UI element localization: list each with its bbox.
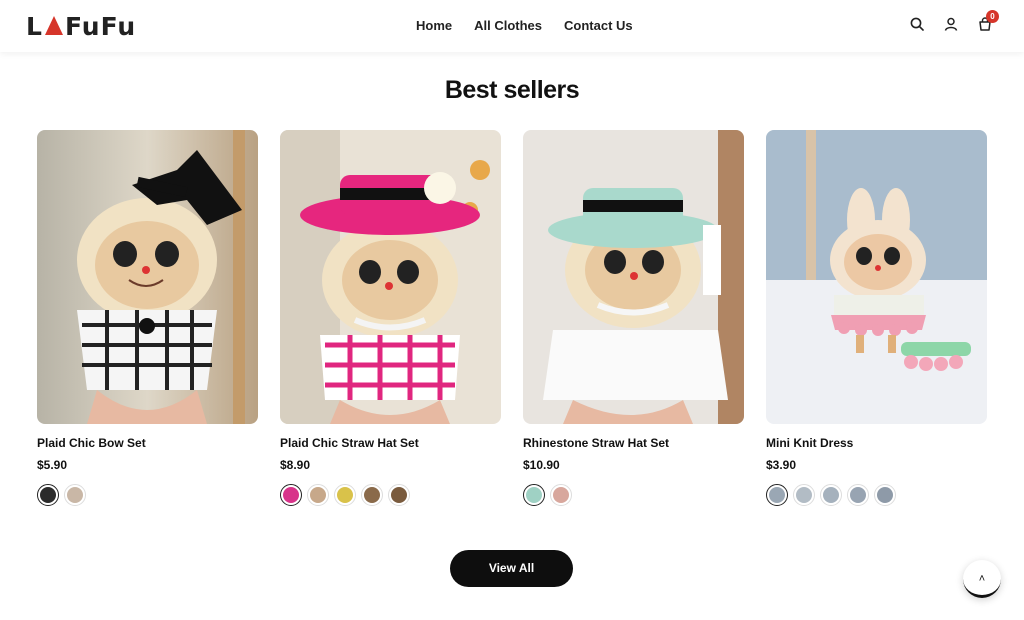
- product-price: $5.90: [37, 458, 68, 472]
- nav-home[interactable]: Home: [416, 18, 452, 33]
- variant-swatches: [523, 484, 744, 506]
- product-card[interactable]: Plaid Chic Bow Set $5.90: [37, 130, 258, 506]
- header-actions: 0: [910, 10, 999, 31]
- product-name[interactable]: Plaid Chic Bow Set: [37, 436, 258, 450]
- product-grid: Plaid Chic Bow Set $5.90 Plaid Chic Stra…: [37, 130, 987, 506]
- variant-swatch[interactable]: [280, 484, 302, 506]
- variant-swatches: [37, 484, 258, 506]
- variant-swatch[interactable]: [820, 484, 842, 506]
- user-icon[interactable]: [944, 17, 958, 31]
- brand-logo[interactable]: L FuFu: [26, 12, 136, 41]
- variant-swatch[interactable]: [793, 484, 815, 506]
- variant-swatch[interactable]: [847, 484, 869, 506]
- product-price: $3.90: [766, 458, 797, 472]
- view-all-button[interactable]: View All: [450, 550, 573, 587]
- variant-swatch[interactable]: [361, 484, 383, 506]
- logo-triangle-icon: [44, 15, 63, 35]
- variant-swatch[interactable]: [523, 484, 545, 506]
- variant-swatch[interactable]: [874, 484, 896, 506]
- product-card[interactable]: Mini Knit Dress $3.90: [766, 130, 987, 506]
- variant-swatch[interactable]: [334, 484, 356, 506]
- product-name[interactable]: Rhinestone Straw Hat Set: [523, 436, 744, 450]
- product-image[interactable]: [766, 130, 987, 424]
- back-to-top-button[interactable]: ˄: [963, 560, 1001, 598]
- nav-contact-us[interactable]: Contact Us: [564, 18, 633, 33]
- search-icon[interactable]: [910, 17, 924, 31]
- product-card[interactable]: Plaid Chic Straw Hat Set $8.90: [280, 130, 501, 506]
- variant-swatch[interactable]: [37, 484, 59, 506]
- variant-swatches: [766, 484, 987, 506]
- product-price: $10.90: [523, 458, 560, 472]
- cart-icon[interactable]: 0: [978, 10, 999, 31]
- nav-all-clothes[interactable]: All Clothes: [474, 18, 542, 33]
- product-name[interactable]: Plaid Chic Straw Hat Set: [280, 436, 501, 450]
- product-image[interactable]: [37, 130, 258, 424]
- product-name[interactable]: Mini Knit Dress: [766, 436, 987, 450]
- site-header: L FuFu Home All Clothes Contact Us 0: [0, 0, 1024, 52]
- section-title: Best sellers: [444, 76, 580, 104]
- cart-count-badge: 0: [986, 10, 999, 23]
- product-image[interactable]: [280, 130, 501, 424]
- variant-swatch[interactable]: [766, 484, 788, 506]
- logo-text-left: L: [26, 12, 43, 41]
- product-image[interactable]: [523, 130, 744, 424]
- variant-swatch[interactable]: [307, 484, 329, 506]
- variant-swatch[interactable]: [64, 484, 86, 506]
- double-chevron-up-icon: ˄: [978, 573, 986, 585]
- variant-swatches: [280, 484, 501, 506]
- variant-swatch[interactable]: [550, 484, 572, 506]
- main-nav: Home All Clothes Contact Us: [416, 18, 633, 33]
- product-card[interactable]: Rhinestone Straw Hat Set $10.90: [523, 130, 744, 506]
- product-price: $8.90: [280, 458, 311, 472]
- logo-text-right: FuFu: [64, 12, 137, 41]
- variant-swatch[interactable]: [388, 484, 410, 506]
